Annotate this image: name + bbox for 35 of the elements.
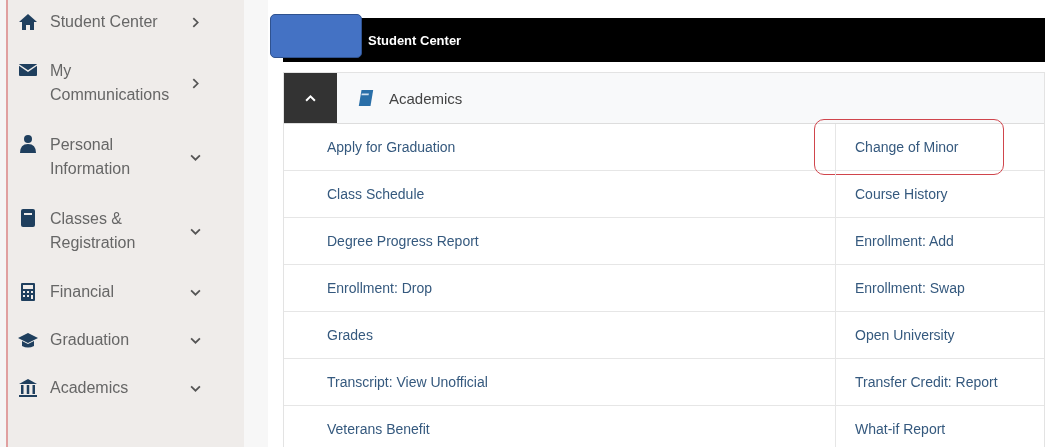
menu-link[interactable]: Apply for Graduation	[308, 130, 475, 164]
book-icon	[357, 89, 375, 107]
book-icon	[18, 208, 38, 228]
sidebar-item[interactable]: Classes & Registration	[8, 194, 244, 268]
calculator-icon	[18, 282, 38, 302]
sidebar-item[interactable]: Personal Information	[8, 120, 244, 194]
menu-link[interactable]: Degree Progress Report	[308, 224, 498, 258]
menu-link[interactable]: Grades	[308, 318, 392, 352]
caret-icon	[305, 92, 316, 104]
menu-link[interactable]: Enrollment: Drop	[308, 271, 452, 305]
sidebar-item[interactable]: Academics	[8, 364, 244, 412]
sidebar-item[interactable]: Graduation	[8, 316, 244, 364]
chevron-right-icon	[190, 77, 201, 89]
collapse-button[interactable]	[284, 73, 337, 123]
sidebar-item[interactable]: Financial	[8, 268, 244, 316]
bank-icon	[18, 378, 38, 398]
menu-link[interactable]: Veterans Benefit	[308, 412, 449, 446]
nav-label: My Communications	[50, 61, 171, 105]
graduation-cap-icon	[18, 330, 38, 350]
nav-label: Financial	[50, 282, 116, 302]
nav-label: Graduation	[50, 330, 131, 350]
nav-label: Classes & Registration	[50, 209, 137, 253]
menu-link[interactable]: Change of Minor	[814, 119, 1004, 175]
panel-title: Academics	[389, 89, 463, 107]
nav-label: Personal Information	[50, 135, 132, 179]
sidebar-item[interactable]: My Communications	[8, 46, 244, 120]
sidebar-item[interactable]: Student Center	[8, 0, 244, 46]
nav-label: Student Center	[50, 12, 159, 32]
person-icon	[18, 134, 38, 154]
menu-link[interactable]: Transcript: View Unofficial	[308, 365, 507, 399]
nav-label: Academics	[50, 378, 130, 398]
chevron-right-icon	[190, 16, 201, 28]
header-title: Student Center	[368, 32, 462, 48]
menu-link[interactable]: Class Schedule	[308, 177, 444, 211]
home-icon	[18, 12, 38, 32]
